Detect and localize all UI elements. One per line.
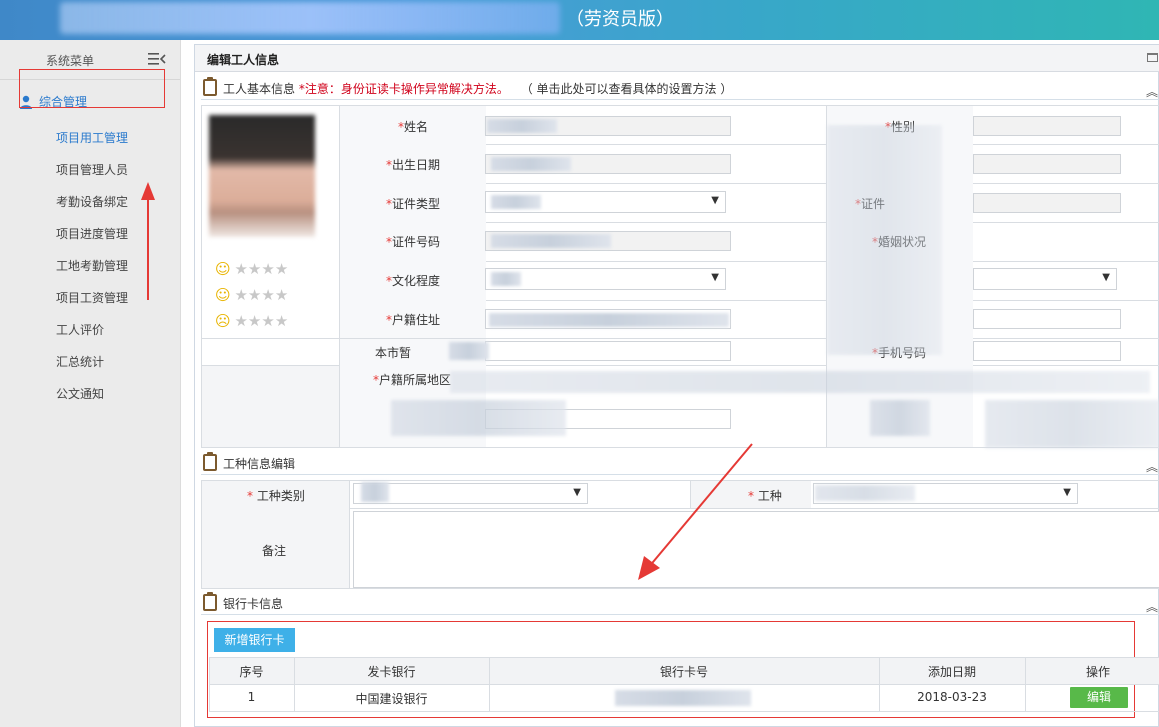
sidebar-item-evaluation[interactable]: 工人评价 bbox=[56, 321, 104, 338]
annotation-arrow-up bbox=[141, 182, 155, 300]
col-card-number: 银行卡号 bbox=[659, 665, 708, 679]
label-name: *姓名 bbox=[398, 120, 429, 134]
edit-worker-panel: 编辑工人信息 工人基本信息 *注意：身份证读卡操作异常解决方法。 （ 单击此处可… bbox=[194, 44, 1159, 727]
panel-title: 编辑工人信息 bbox=[207, 53, 280, 67]
collapse-icon[interactable]: ︽ bbox=[1146, 598, 1158, 615]
collapse-icon[interactable]: ︽ bbox=[1146, 83, 1158, 100]
worker-photo[interactable] bbox=[209, 115, 315, 237]
sidebar-item-statistics[interactable]: 汇总统计 bbox=[56, 353, 104, 370]
rating-row-2: ☺ ★★★★ bbox=[215, 286, 288, 304]
section-basic-header: 工人基本信息 *注意：身份证读卡操作异常解决方法。 （ 单击此处可以查看具体的设… bbox=[201, 76, 1159, 100]
add-bank-card-button[interactable]: 新增银行卡 bbox=[214, 628, 295, 652]
dropdown-caret-icon: ▼ bbox=[711, 272, 719, 283]
menu-collapse-icon[interactable] bbox=[148, 51, 166, 67]
col-bank: 发卡银行 bbox=[367, 665, 416, 679]
star-icon[interactable]: ★ bbox=[261, 312, 274, 330]
row-date: 2018-03-23 bbox=[917, 690, 987, 704]
right-select[interactable]: ▼ bbox=[973, 268, 1117, 290]
dropdown-caret-icon: ▼ bbox=[573, 487, 581, 498]
edition-label: （劳资员版） bbox=[566, 9, 674, 30]
star-icon[interactable]: ★ bbox=[248, 260, 261, 278]
temp-address-input[interactable] bbox=[485, 341, 731, 361]
star-icon[interactable]: ★ bbox=[234, 312, 247, 330]
id-partial-input[interactable] bbox=[973, 193, 1121, 213]
rating-row-3: ☹ ★★★★ bbox=[215, 312, 288, 330]
section-trade-title: 工种信息编辑 bbox=[223, 457, 296, 471]
dropdown-caret-icon: ▼ bbox=[711, 195, 719, 206]
idcard-notice-link[interactable]: *注意：身份证读卡操作异常解决方法。 bbox=[299, 82, 509, 96]
label-remark: 备注 bbox=[262, 544, 287, 558]
label-trade-category: * 工种类别 bbox=[247, 489, 305, 503]
smile-face-icon: ☺ bbox=[215, 286, 231, 304]
highlight-box-menu bbox=[19, 69, 165, 108]
sidebar-item-wages[interactable]: 项目工资管理 bbox=[56, 289, 128, 306]
right-input-6[interactable] bbox=[973, 309, 1121, 329]
sad-face-icon: ☹ bbox=[215, 312, 231, 330]
sidebar-item-notices[interactable]: 公文通知 bbox=[56, 385, 104, 402]
maximize-icon[interactable] bbox=[1147, 53, 1158, 62]
label-id-number: *证件号码 bbox=[386, 235, 441, 249]
label-birth: *出生日期 bbox=[386, 158, 441, 172]
collapse-icon[interactable]: ︽ bbox=[1146, 458, 1158, 475]
smile-face-icon: ☺ bbox=[215, 260, 231, 278]
phone-input[interactable] bbox=[973, 341, 1121, 361]
right-field-2[interactable] bbox=[973, 154, 1121, 174]
section-bank-header: 银行卡信息 ︽ bbox=[201, 591, 1159, 615]
idcard-hint-link[interactable]: （ 单击此处可以查看具体的设置方法 ） bbox=[521, 82, 733, 96]
section-bank-title: 银行卡信息 bbox=[223, 597, 284, 611]
edit-bank-card-button[interactable]: 编辑 bbox=[1070, 687, 1128, 708]
star-icon[interactable]: ★ bbox=[275, 286, 288, 304]
sidebar-item-site-attendance[interactable]: 工地考勤管理 bbox=[56, 257, 128, 274]
gender-input[interactable] bbox=[973, 116, 1121, 136]
blurred-app-name bbox=[60, 2, 560, 34]
star-icon[interactable]: ★ bbox=[261, 260, 274, 278]
sidebar-item-managers[interactable]: 项目管理人员 bbox=[56, 161, 128, 178]
sidebar-title: 系统菜单 bbox=[46, 54, 95, 68]
panel-titlebar: 编辑工人信息 bbox=[195, 45, 1159, 72]
col-index: 序号 bbox=[239, 665, 264, 679]
row-bank: 中国建设银行 bbox=[355, 692, 428, 706]
star-icon[interactable]: ★ bbox=[248, 312, 261, 330]
clipboard-icon bbox=[203, 77, 217, 96]
label-temp-address: 本市暂 bbox=[375, 346, 412, 360]
star-icon[interactable]: ★ bbox=[234, 286, 247, 304]
dropdown-caret-icon: ▼ bbox=[1063, 487, 1071, 498]
rating-row-1: ☺ ★★★★ bbox=[215, 260, 288, 278]
section-basic-title: 工人基本信息 bbox=[223, 82, 296, 96]
dropdown-caret-icon: ▼ bbox=[1102, 272, 1110, 283]
star-icon[interactable]: ★ bbox=[234, 260, 247, 278]
clipboard-icon bbox=[203, 592, 217, 611]
label-household-region: *户籍所属地区 bbox=[373, 373, 452, 387]
row-index: 1 bbox=[247, 690, 256, 704]
sidebar-item-attendance-device[interactable]: 考勤设备绑定 bbox=[56, 193, 128, 210]
star-icon[interactable]: ★ bbox=[261, 286, 274, 304]
sidebar: 系统菜单 综合管理 项目用工管理 项目管理人员 考勤设备绑定 项目进度管理 工地… bbox=[0, 40, 181, 727]
star-icon[interactable]: ★ bbox=[275, 260, 288, 278]
clipboard-icon bbox=[203, 452, 217, 471]
col-date: 添加日期 bbox=[927, 665, 976, 679]
sidebar-item-progress[interactable]: 项目进度管理 bbox=[56, 225, 128, 242]
label-id-type: *证件类型 bbox=[386, 197, 441, 211]
star-icon[interactable]: ★ bbox=[248, 286, 261, 304]
sidebar-item-labor[interactable]: 项目用工管理 bbox=[56, 129, 128, 146]
education-select[interactable]: ▼ bbox=[485, 268, 726, 290]
top-banner: （劳资员版） bbox=[0, 0, 1159, 40]
star-icon[interactable]: ★ bbox=[275, 312, 288, 330]
annotation-arrow-diagonal bbox=[638, 443, 753, 580]
label-household-address: *户籍住址 bbox=[386, 313, 441, 327]
col-action: 操作 bbox=[1085, 665, 1110, 679]
label-education: *文化程度 bbox=[386, 274, 441, 288]
